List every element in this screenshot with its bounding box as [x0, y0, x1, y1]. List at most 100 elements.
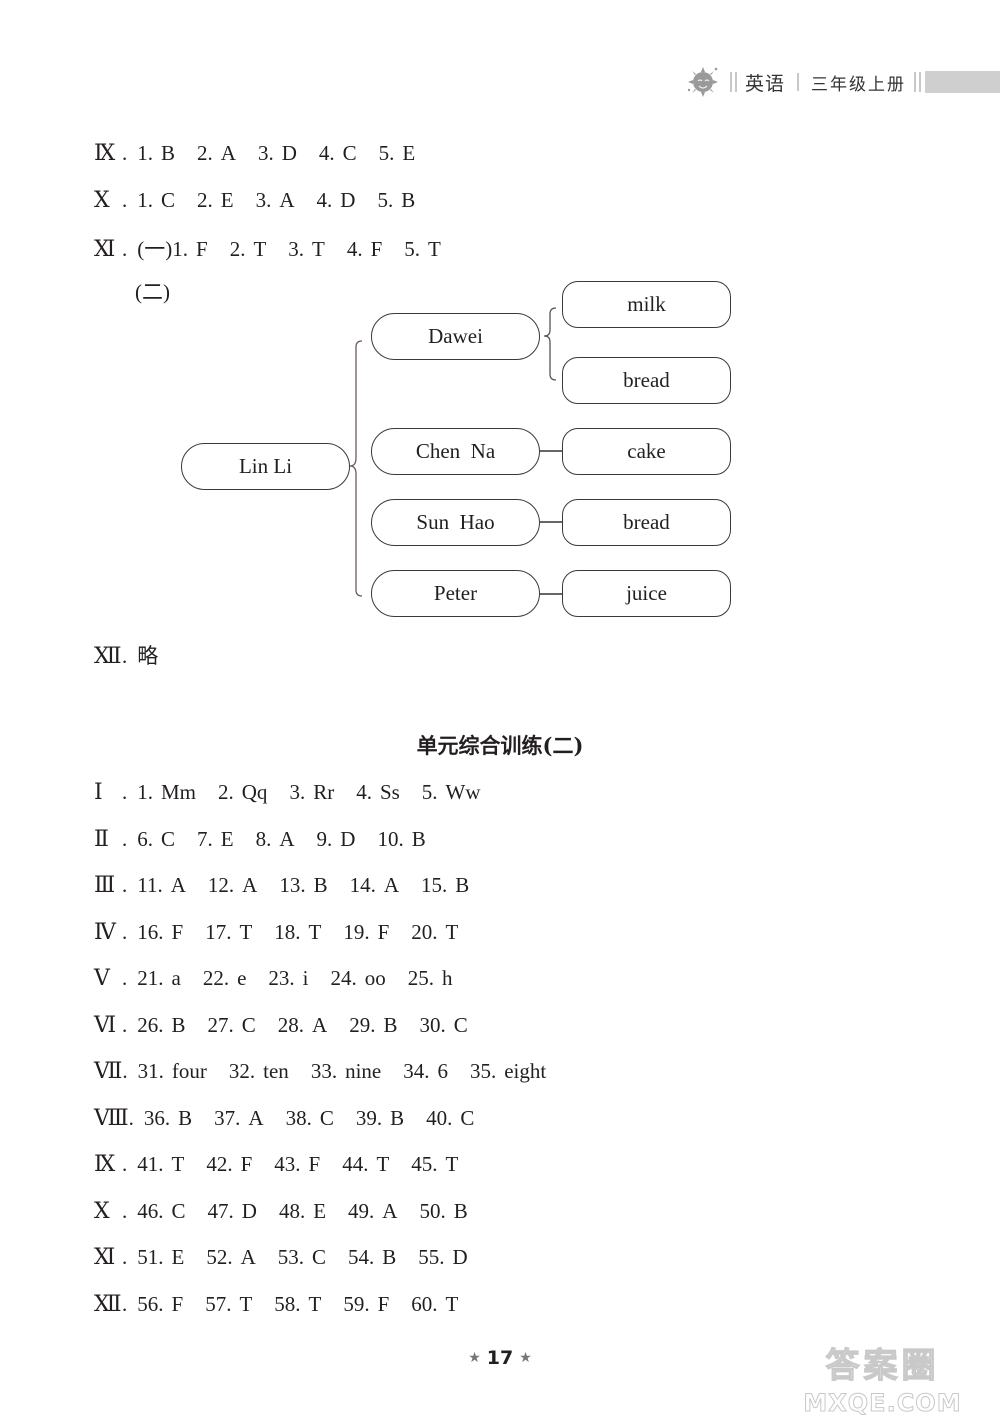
answer-value: C — [241, 1012, 256, 1037]
question-number: 2. — [197, 187, 213, 212]
answer-line-xii: Ⅻ . 略 — [94, 640, 158, 670]
answer-value: T — [308, 919, 322, 944]
answer-item: 32. ten — [229, 1059, 289, 1084]
roman-numeral: Ⅵ — [94, 1011, 117, 1037]
answer-value: E — [402, 141, 416, 165]
separator: . — [122, 826, 128, 851]
question-number: 24. — [330, 966, 357, 990]
question-number: 45. — [411, 1152, 438, 1176]
separator: . — [122, 1059, 128, 1083]
answer-value: B — [411, 826, 426, 851]
question-number: 4. — [346, 237, 363, 261]
answer-value: C — [319, 1105, 334, 1130]
question-number: 12. — [207, 873, 235, 897]
answer-item: 30. C — [419, 1013, 467, 1038]
answer-value: nine — [345, 1059, 382, 1083]
answer-line: Ⅶ. 31. four 32. ten 33. nine 34. 6 35. eight — [94, 1058, 568, 1084]
question-number: 1. — [137, 187, 153, 212]
sun-mascot-icon — [686, 65, 720, 99]
answer-item: 16. F — [137, 920, 183, 945]
answer-item: 4. D — [317, 188, 356, 213]
answer-value: C — [342, 141, 357, 165]
answer-item: 55. D — [418, 1245, 467, 1270]
question-number: 52. — [206, 1245, 233, 1269]
separator: . — [122, 966, 128, 990]
answer-value: A — [279, 826, 295, 851]
answer-value: B — [171, 1012, 186, 1037]
question-number: 26. — [137, 1012, 164, 1037]
answer-item: 41. T — [137, 1152, 184, 1177]
question-number: 38. — [285, 1105, 312, 1130]
answer-item: 50. B — [419, 1199, 467, 1224]
answer-value: oo — [364, 966, 386, 990]
answer-value: e — [237, 966, 247, 990]
answer-item: 17. T — [205, 920, 252, 945]
answer-value: F — [377, 1291, 390, 1316]
node-juice: juice — [562, 570, 731, 617]
answer-value: h — [442, 966, 453, 990]
main-brace — [349, 340, 363, 597]
star-icon: ★ — [519, 1350, 532, 1366]
answer-value: A — [248, 1105, 264, 1130]
node-label: bread — [623, 368, 670, 392]
answer-item: 3. T — [288, 237, 325, 262]
answer-value: T — [445, 919, 459, 944]
answer-item: 6. C — [137, 827, 175, 852]
answer-value: Mm — [161, 780, 197, 804]
answer-value: A — [240, 1245, 256, 1269]
question-number: 8. — [255, 826, 272, 851]
answer-value: E — [171, 1245, 185, 1269]
answer-line: Ⅹ. 46. C 47. D 48. E 49. A 50. B — [94, 1198, 490, 1224]
header-bar — [925, 71, 1000, 93]
answer-item: 10. B — [377, 827, 425, 852]
question-number: 23. — [268, 966, 295, 990]
question-number: 59. — [343, 1291, 370, 1316]
answer-value: Rr — [313, 780, 335, 804]
answer-item: 13. B — [279, 873, 327, 898]
question-number: 49. — [348, 1198, 375, 1223]
question-number: 29. — [349, 1012, 376, 1037]
answer-value: B — [161, 141, 176, 165]
separator: . — [122, 1198, 128, 1223]
answer-value: A — [382, 1198, 398, 1223]
separator: . — [122, 644, 128, 668]
answer-value: F — [308, 1152, 321, 1176]
answer-item: 53. C — [278, 1245, 326, 1270]
answer-value: A — [383, 873, 400, 897]
question-number: 5. — [421, 780, 438, 804]
answer-item: 45. T — [411, 1152, 458, 1177]
question-number: 1. — [137, 780, 153, 804]
answer-value: T — [239, 919, 253, 944]
answer-item: 48. E — [279, 1199, 326, 1224]
subject-label: 英语 — [745, 72, 786, 95]
roman-numeral: Ⅺ — [94, 236, 116, 261]
node-label: cake — [627, 439, 666, 463]
answer-value: E — [220, 826, 234, 851]
question-number: 57. — [205, 1291, 232, 1316]
roman-numeral: Ⅸ — [94, 1151, 116, 1176]
answer-value: T — [239, 1291, 253, 1316]
separator: . — [122, 187, 128, 212]
answer-item: 20. T — [411, 920, 458, 945]
roman-numeral: Ⅷ — [94, 1104, 129, 1130]
watermark-cn: 答案圈 — [825, 1345, 940, 1386]
question-number: 48. — [278, 1198, 306, 1223]
question-number: 3. — [289, 780, 306, 804]
answer-line: Ⅱ. 6. C 7. E 8. A 9. D 10. B — [94, 826, 448, 852]
separator: . — [122, 919, 128, 944]
answer-item: 4. Ss — [356, 780, 400, 805]
question-number: 28. — [277, 1012, 305, 1037]
question-number: 32. — [228, 1059, 256, 1083]
answer-item: 26. B — [137, 1013, 185, 1038]
answer-value: F — [171, 1291, 184, 1316]
roman-numeral: Ⅺ — [94, 1244, 116, 1269]
answer-line: Ⅹ. 1. C 2. E 3. A 4. D 5. B — [94, 187, 437, 213]
question-number: 30. — [419, 1012, 446, 1037]
answer-line: Ⅺ. 51. E 52. A 53. C 54. B 55. D — [94, 1244, 490, 1270]
answer-item: 4. C — [319, 141, 357, 166]
node-root: Lin Li — [181, 443, 350, 490]
question-number: 2. — [218, 780, 234, 804]
question-number: 2. — [197, 141, 213, 165]
question-number: 60. — [411, 1291, 438, 1316]
node-bread-dawei: bread — [562, 357, 731, 404]
